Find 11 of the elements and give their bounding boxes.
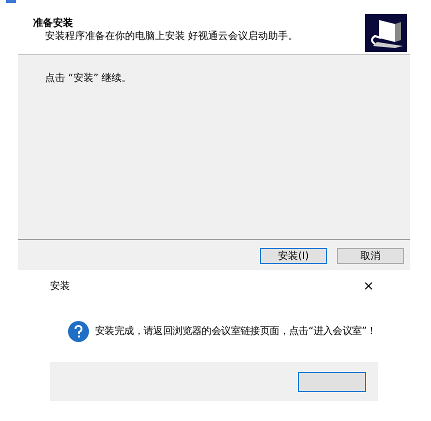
instruction-text: 点击 “安装” 继续。 [45, 73, 132, 84]
message-text: 安装完成，请返回浏览器的会议室链接页面，点击“进入会议室”！ [95, 324, 376, 338]
page-subheading: 安装程序准备在你的电脑上安装 好视通云会议启动助手。 [44, 30, 298, 43]
question-icon [68, 320, 89, 342]
dialog-title: 安装 [50, 280, 70, 294]
cancel-button[interactable]: 取消 [337, 248, 404, 264]
close-button[interactable]: × [363, 279, 374, 299]
ok-button[interactable] [298, 372, 366, 392]
install-button[interactable]: 安装(I) [260, 248, 327, 264]
page-heading: 准备安装 [33, 18, 74, 30]
app-icon [6, 0, 16, 3]
